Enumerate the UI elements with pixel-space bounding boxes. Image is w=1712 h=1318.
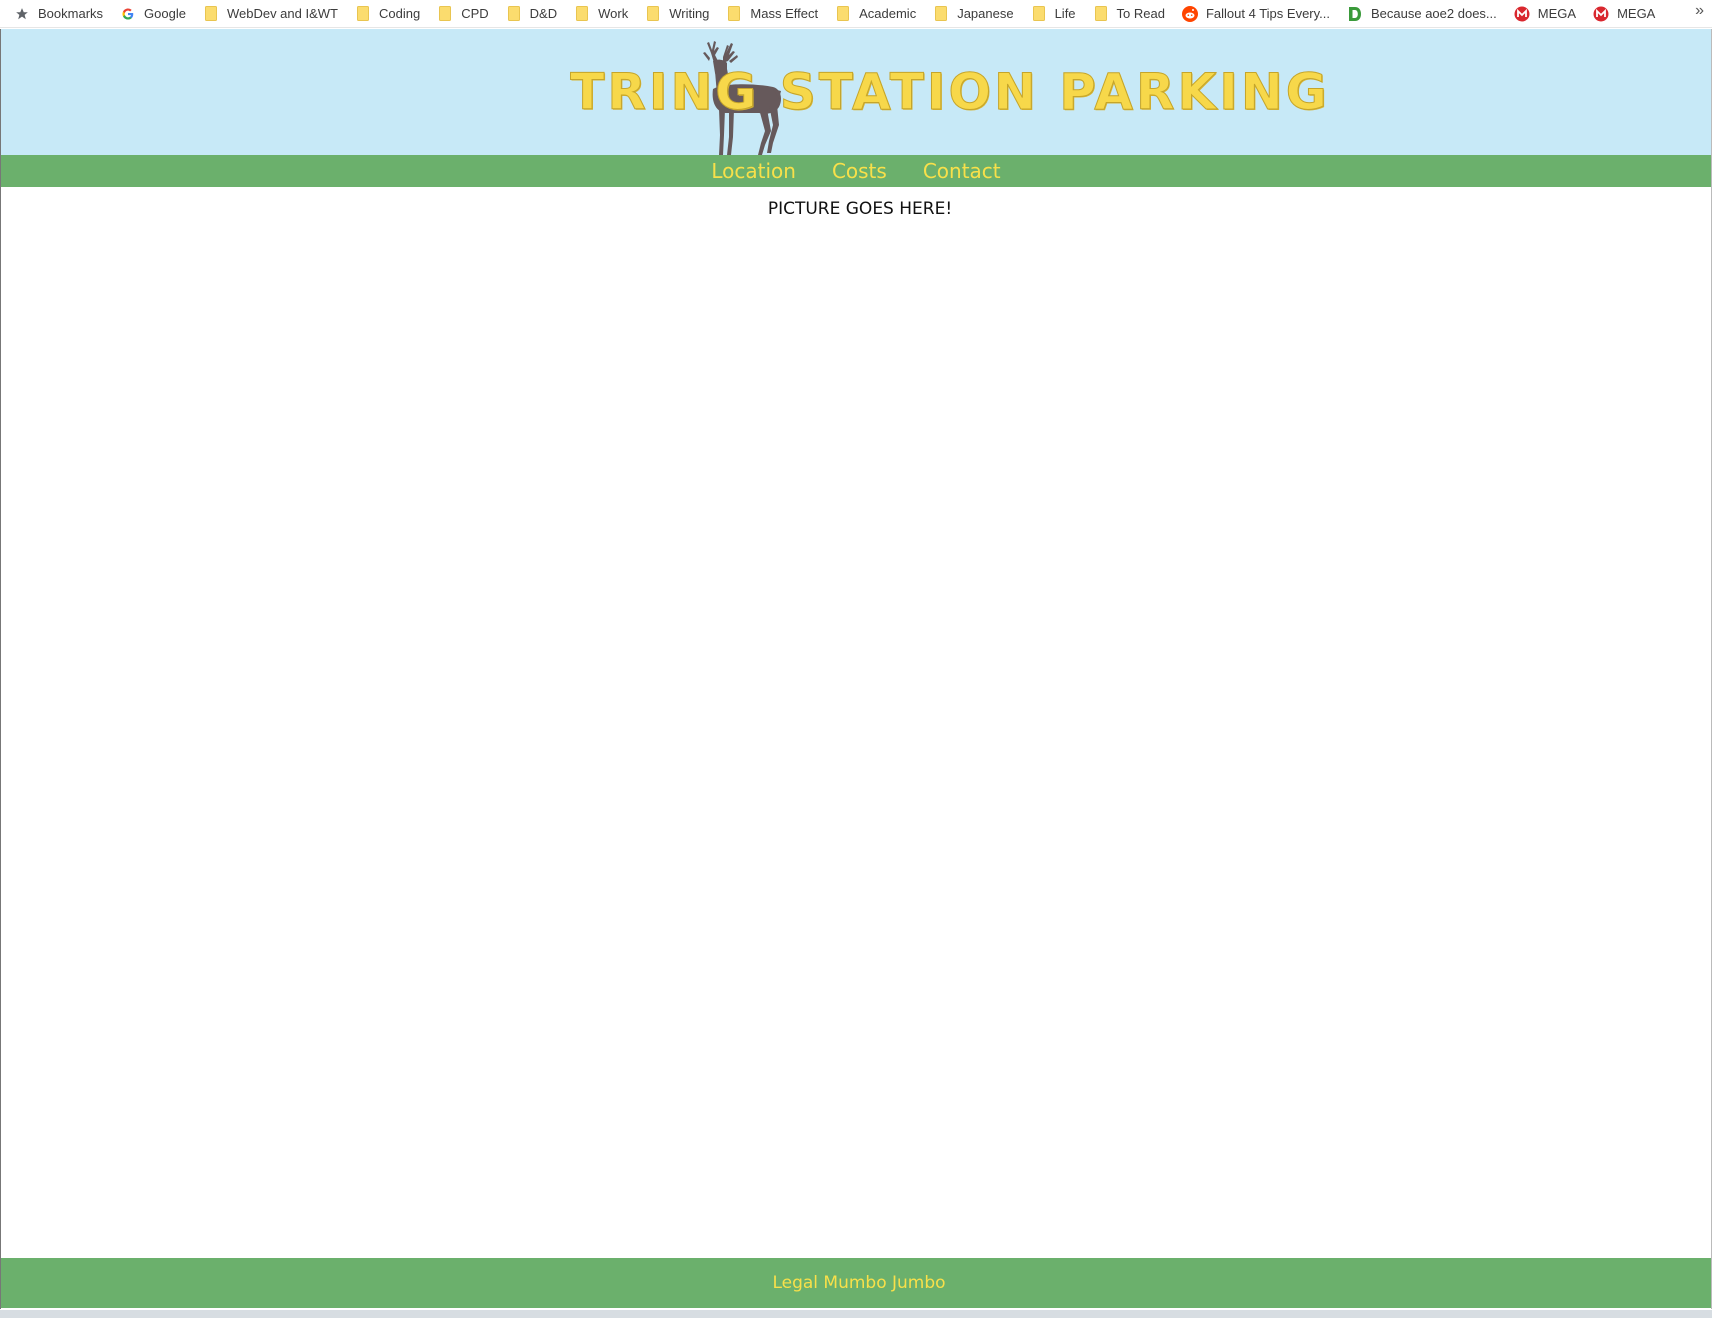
bookmark-label: MEGA (1537, 6, 1577, 21)
d-logo-icon (1347, 6, 1363, 22)
main-nav: Location Costs Contact (1, 155, 1711, 187)
bookmark-folder-writing[interactable]: Writing (645, 3, 709, 25)
window-bottom-edge (0, 1310, 1712, 1318)
bookmark-folder-cpd[interactable]: CPD (437, 3, 489, 25)
bookmark-label: Academic (859, 6, 917, 21)
folder-icon (506, 6, 522, 22)
folder-icon (726, 6, 742, 22)
bookmarks-bar: Bookmarks Google WebDev and I&WT Coding … (0, 0, 1712, 28)
bookmark-mega-2[interactable]: MEGA (1593, 3, 1655, 25)
bookmark-label: WebDev and I&WT (226, 6, 338, 21)
mega-icon (1593, 6, 1609, 22)
folder-icon (355, 6, 371, 22)
bookmark-folder-mass-effect[interactable]: Mass Effect (726, 3, 818, 25)
bookmark-folder-dnd[interactable]: D&D (506, 3, 557, 25)
bookmark-bookmarks[interactable]: Bookmarks (14, 3, 103, 25)
bookmark-folder-academic[interactable]: Academic (835, 3, 916, 25)
bookmark-label: Bookmarks (38, 6, 104, 21)
bookmark-fallout-tips[interactable]: Fallout 4 Tips Every... (1181, 3, 1330, 25)
bookmark-label: Japanese (957, 6, 1014, 21)
google-icon (120, 6, 136, 22)
folder-icon (437, 6, 453, 22)
bookmark-label: MEGA (1617, 6, 1656, 21)
web-page: TRING STATION PARKING Location Costs Con… (0, 29, 1712, 1309)
bookmarks-overflow-button[interactable]: » (1695, 2, 1704, 20)
bookmark-folder-life[interactable]: Life (1031, 3, 1076, 25)
bookmark-label: Life (1054, 6, 1076, 21)
mega-icon (1514, 6, 1530, 22)
bookmark-label: Mass Effect (750, 6, 819, 21)
bookmark-label: Coding (378, 6, 421, 21)
bookmark-label: D&D (529, 6, 558, 21)
bookmark-label: Work (598, 6, 629, 21)
folder-icon (1031, 6, 1047, 22)
bookmark-folder-coding[interactable]: Coding (355, 3, 420, 25)
bookmark-folder-japanese[interactable]: Japanese (933, 3, 1014, 25)
bookmark-label: To Read (1116, 6, 1165, 21)
bookmark-google[interactable]: Google (120, 3, 186, 25)
folder-icon (574, 6, 590, 22)
nav-link-contact[interactable]: Contact (923, 159, 1001, 183)
folder-icon (933, 6, 949, 22)
picture-placeholder: PICTURE GOES HERE! (767, 199, 953, 219)
nav-link-costs[interactable]: Costs (832, 159, 887, 183)
site-footer: Legal Mumbo Jumbo (1, 1258, 1711, 1308)
folder-icon (835, 6, 851, 22)
reddit-icon (1181, 5, 1198, 22)
bookmark-aoe2[interactable]: Because aoe2 does... (1347, 3, 1497, 25)
folder-icon (645, 6, 661, 22)
bookmark-label: Because aoe2 does... (1371, 6, 1497, 21)
site-header: TRING STATION PARKING (1, 29, 1711, 155)
nav-link-location[interactable]: Location (711, 159, 796, 183)
bookmark-label: CPD (461, 6, 489, 21)
bookmark-label: Writing (669, 6, 710, 21)
bookmark-mega-1[interactable]: MEGA (1514, 3, 1576, 25)
bookmark-folder-webdev[interactable]: WebDev and I&WT (203, 3, 338, 25)
footer-text: Legal Mumbo Jumbo (772, 1273, 946, 1293)
bookmark-label: Google (144, 6, 186, 21)
site-title: TRING STATION PARKING (570, 63, 1330, 122)
bookmark-folder-work[interactable]: Work (574, 3, 628, 25)
folder-icon (1093, 6, 1109, 22)
star-icon (14, 6, 30, 22)
bookmark-folder-to-read[interactable]: To Read (1093, 3, 1165, 25)
bookmark-label: Fallout 4 Tips Every... (1205, 6, 1330, 21)
folder-icon (203, 6, 219, 22)
